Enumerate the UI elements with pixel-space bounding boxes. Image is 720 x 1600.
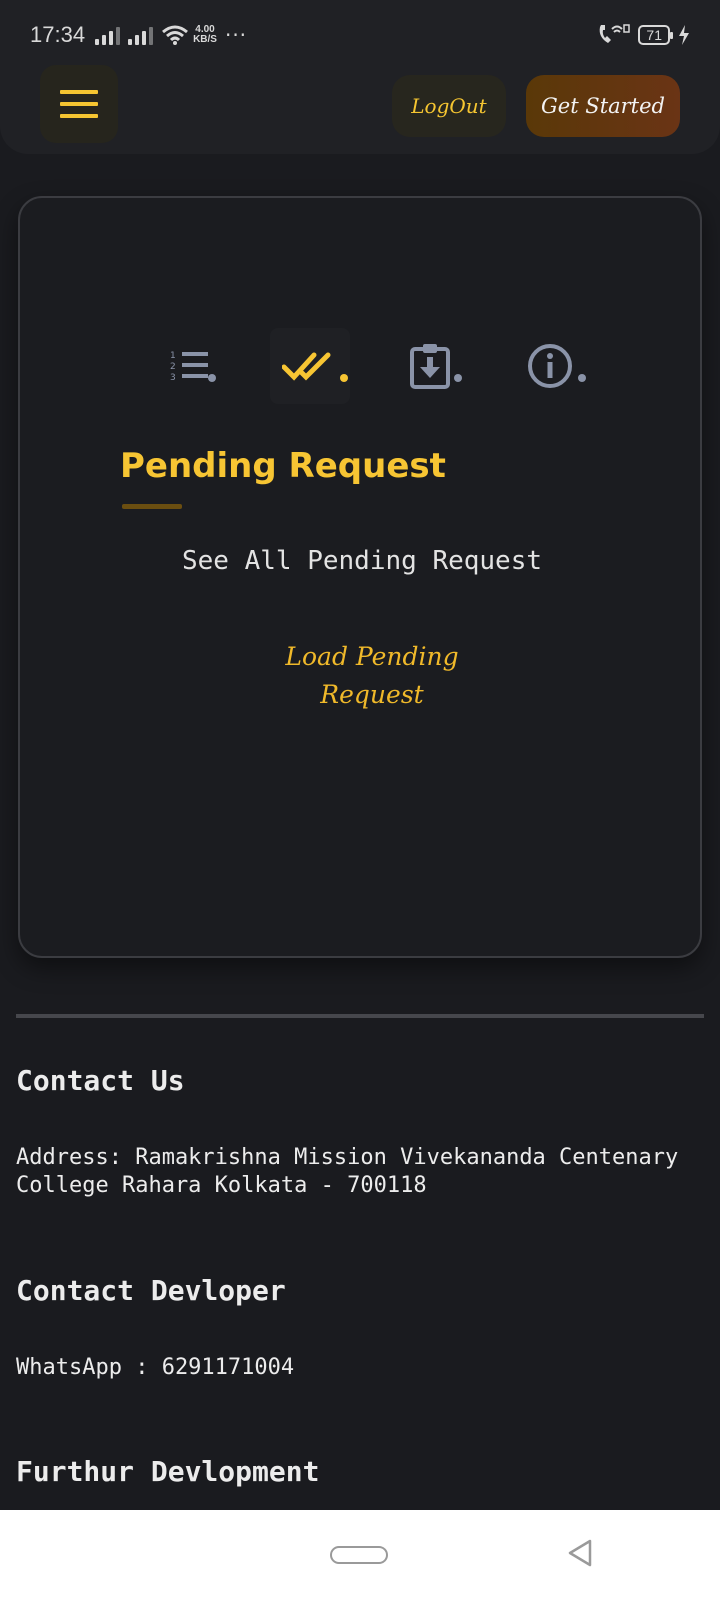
info-icon xyxy=(528,344,572,388)
get-started-button[interactable]: Get Started xyxy=(526,75,680,137)
wifi-calling-icon xyxy=(600,24,631,43)
tab-indicator-dot xyxy=(340,374,348,382)
tab-pending[interactable] xyxy=(270,328,350,404)
status-time: 17:34 xyxy=(30,22,86,47)
svg-text:3: 3 xyxy=(170,373,176,383)
tab-icon-row: 1 2 3 xyxy=(150,328,610,408)
battery-icon: 71 xyxy=(638,25,673,45)
cell-signal-icon xyxy=(95,25,121,45)
pending-request-card: 1 2 3 Pending Request See All Pending Re… xyxy=(18,196,702,958)
double-check-icon xyxy=(282,352,331,381)
clipboard-download-icon xyxy=(410,344,450,389)
address-line2: College Rahara Kolkata - 700118 xyxy=(16,1173,427,1198)
card-subtitle: See All Pending Request xyxy=(181,546,543,576)
load-link-line1: Load Pending xyxy=(285,642,459,671)
status-right: 71 xyxy=(596,23,690,47)
menu-button[interactable] xyxy=(40,65,118,143)
contact-us-heading: Contact Us xyxy=(16,1064,185,1097)
footer-divider xyxy=(16,1014,704,1018)
svg-text:1: 1 xyxy=(170,351,176,361)
address-line1: Address: Ramakrishna Mission Vivekananda… xyxy=(16,1145,679,1170)
page-title: Pending Request xyxy=(120,446,446,486)
numbered-list-icon: 1 2 3 xyxy=(170,351,208,383)
further-development-heading: Furthur Devlopment xyxy=(16,1455,320,1488)
tab-indicator-dot xyxy=(454,374,462,382)
hamburger-menu-icon xyxy=(60,90,98,118)
network-speed: 4.00 KB/S xyxy=(193,25,217,45)
tab-download[interactable] xyxy=(390,328,470,404)
load-pending-request-link[interactable]: Load Pending Request xyxy=(262,638,482,714)
logout-button[interactable]: LogOut xyxy=(392,75,506,137)
whatsapp-text: WhatsApp : 6291171004 xyxy=(16,1355,295,1380)
tab-list[interactable]: 1 2 3 xyxy=(150,328,230,404)
back-icon[interactable] xyxy=(566,1538,594,1568)
network-speed-unit: KB/S xyxy=(193,34,217,45)
svg-text:2: 2 xyxy=(170,362,176,372)
status-bar: 17:34 4.00 KB/S ··· 71 xyxy=(0,0,720,70)
load-link-line2: Request xyxy=(320,680,424,709)
address-text: Address: Ramakrishna Mission Vivekananda… xyxy=(16,1144,706,1200)
more-notifications-icon: ··· xyxy=(224,23,248,47)
tab-indicator-dot xyxy=(208,374,216,382)
tab-indicator-dot xyxy=(578,374,586,382)
app-header: LogOut Get Started xyxy=(0,65,720,154)
title-underline xyxy=(122,504,182,509)
home-button[interactable] xyxy=(330,1546,388,1564)
charging-icon xyxy=(679,25,689,45)
contact-developer-heading: Contact Devloper xyxy=(16,1274,286,1307)
system-navigation-bar xyxy=(0,1510,720,1600)
tab-info[interactable] xyxy=(510,328,590,404)
cell-signal-icon xyxy=(128,25,154,45)
wifi-icon xyxy=(162,25,189,45)
